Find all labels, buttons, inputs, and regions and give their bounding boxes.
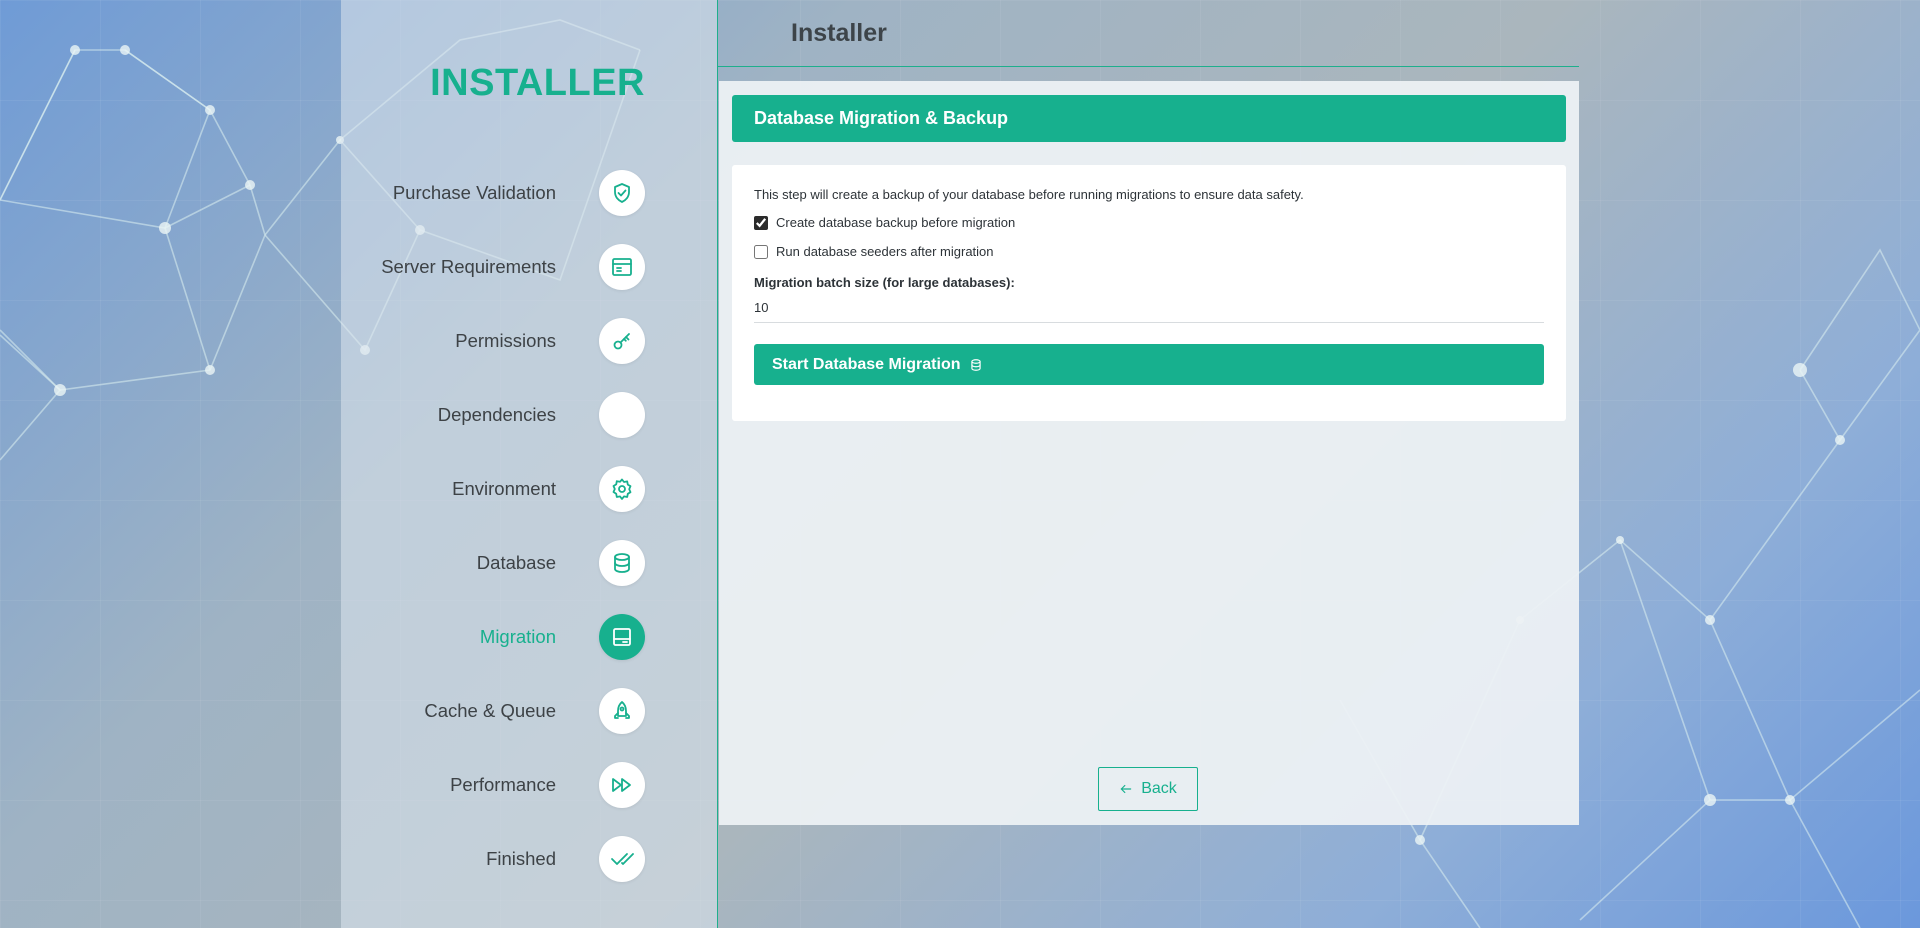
- page-title: Installer: [791, 19, 887, 47]
- database-icon: [971, 358, 982, 371]
- step-label: Environment: [452, 478, 556, 499]
- fast-forward-icon: [599, 762, 645, 808]
- installer-sidebar: INSTALLER Purchase Validation Server Req…: [341, 0, 718, 928]
- step-finished[interactable]: Finished: [315, 822, 645, 896]
- step-dependencies[interactable]: Dependencies: [315, 378, 645, 452]
- key-icon: [599, 318, 645, 364]
- section-header: Database Migration & Backup: [732, 95, 1566, 142]
- server-window-icon: [599, 244, 645, 290]
- brand-title: INSTALLER: [430, 62, 645, 104]
- seeders-option-label: Run database seeders after migration: [776, 244, 994, 259]
- step-label: Permissions: [455, 330, 556, 351]
- step-permissions[interactable]: Permissions: [315, 304, 645, 378]
- double-check-icon: [599, 836, 645, 882]
- step-label: Database: [476, 552, 556, 573]
- step-label: Purchase Validation: [392, 182, 556, 203]
- step-label: Server Requirements: [381, 256, 556, 277]
- step-purchase-validation[interactable]: Purchase Validation: [315, 156, 645, 230]
- step-performance[interactable]: Performance: [315, 748, 645, 822]
- seeders-checkbox[interactable]: [754, 244, 768, 259]
- back-button-label: Back: [1141, 780, 1177, 797]
- installer-steps: Purchase Validation Server Requirements …: [315, 156, 645, 896]
- step-label: Finished: [486, 848, 556, 869]
- step-environment[interactable]: Environment: [315, 452, 645, 526]
- start-migration-label: Start Database Migration: [772, 355, 961, 373]
- backup-option-label: Create database backup before migration: [776, 215, 1016, 230]
- step-label: Cache & Queue: [424, 700, 556, 721]
- step-label: Performance: [450, 774, 556, 795]
- rocket-icon: [599, 688, 645, 734]
- batch-size-label: Migration batch size (for large database…: [754, 275, 1015, 290]
- gear-icon: [599, 466, 645, 512]
- start-migration-button[interactable]: Start Database Migration: [754, 344, 1544, 385]
- database-icon: [599, 540, 645, 586]
- back-button[interactable]: Back: [1098, 767, 1198, 811]
- blank-icon: [599, 392, 645, 438]
- top-bar: Installer: [718, 0, 1579, 67]
- step-description: This step will create a backup of your d…: [754, 187, 1304, 202]
- step-database[interactable]: Database: [315, 526, 645, 600]
- shield-check-icon: [599, 170, 645, 216]
- batch-size-input[interactable]: [754, 293, 1544, 323]
- step-server-requirements[interactable]: Server Requirements: [315, 230, 645, 304]
- migration-card: This step will create a backup of your d…: [732, 165, 1566, 421]
- step-label: Migration: [479, 626, 556, 647]
- step-migration[interactable]: Migration: [315, 600, 645, 674]
- migration-icon: [599, 614, 645, 660]
- step-cache-queue[interactable]: Cache & Queue: [315, 674, 645, 748]
- backup-option[interactable]: Create database backup before migration: [754, 215, 1015, 230]
- backup-checkbox[interactable]: [754, 215, 768, 230]
- arrow-left-icon: [1120, 784, 1132, 794]
- section-title: Database Migration & Backup: [754, 108, 1009, 128]
- seeders-option[interactable]: Run database seeders after migration: [754, 244, 994, 259]
- main-panel: Database Migration & Backup This step wi…: [719, 81, 1579, 825]
- step-label: Dependencies: [437, 404, 556, 425]
